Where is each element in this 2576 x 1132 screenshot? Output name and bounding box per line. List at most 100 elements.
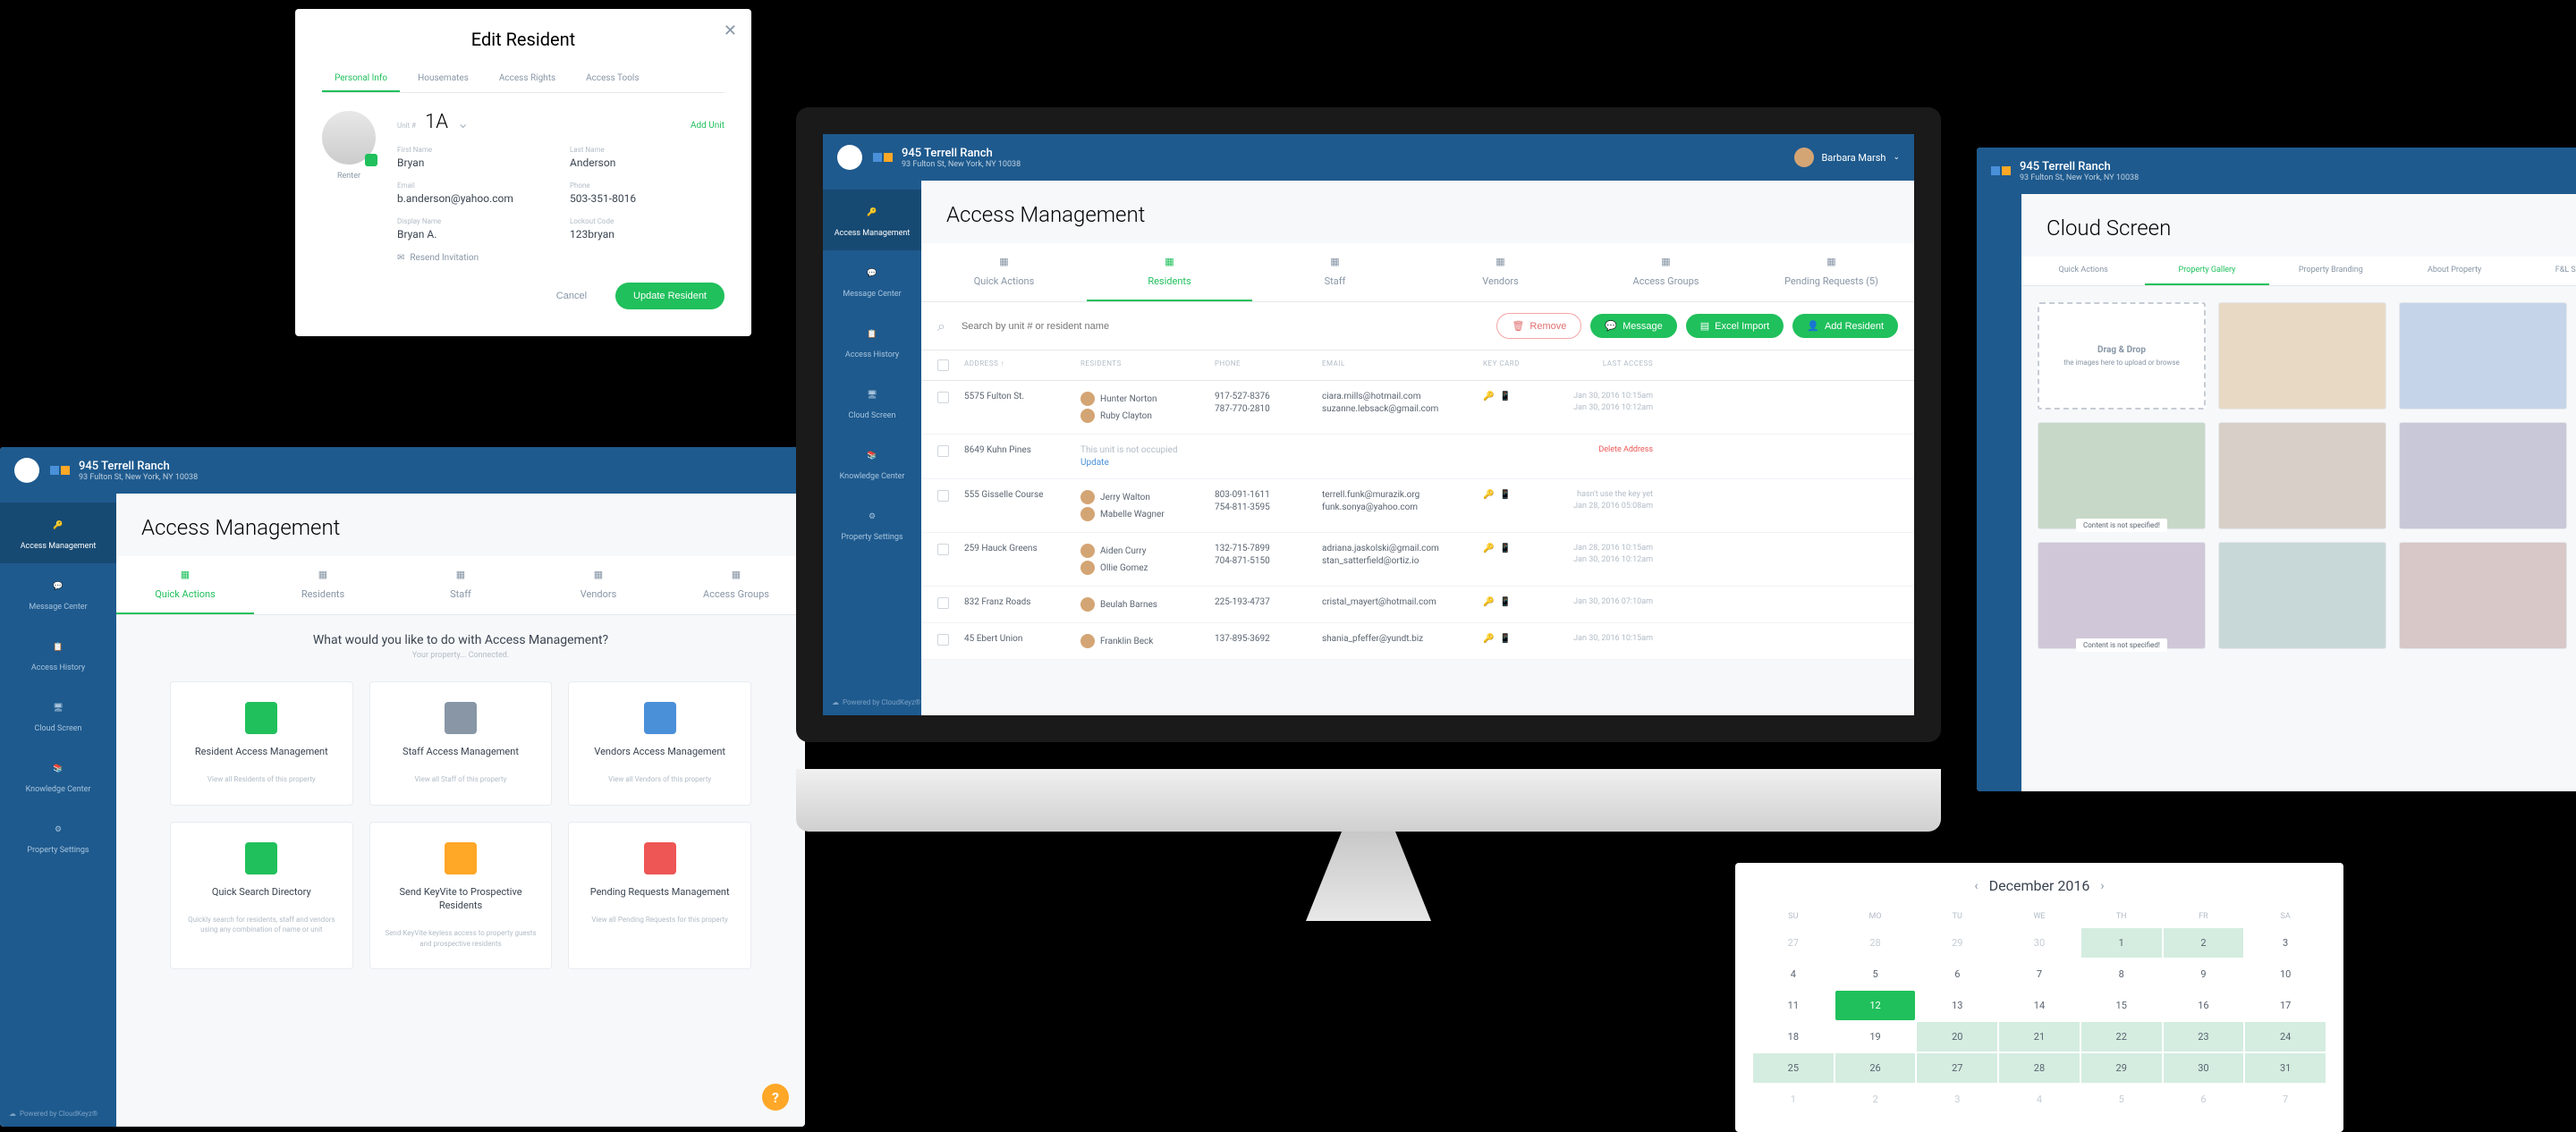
table-row[interactable]: 8649 Kuhn PinesThis unit is not occupied… [921,435,1914,479]
calendar-day[interactable]: 27 [1917,1053,1997,1083]
calendar-day[interactable]: 18 [1753,1022,1834,1052]
tab-about-property[interactable]: About Property [2393,257,2516,285]
close-icon[interactable]: ✕ [724,21,737,40]
tab-f-l-specials[interactable]: F&L Specials [2516,257,2576,285]
drop-zone[interactable]: Drag & Dropthe images here to upload or … [2038,302,2206,410]
table-row[interactable]: 259 Hauck GreensAiden CurryOllie Gomez13… [921,533,1914,587]
sidebar-item-property-settings[interactable]: ⚙Property Settings [0,807,116,867]
tab-staff[interactable]: ▦Staff [392,556,530,614]
calendar-day[interactable]: 1 [1753,1085,1834,1114]
calendar-day[interactable]: 30 [1999,928,2080,958]
calendar-day[interactable]: 21 [1999,1022,2080,1052]
calendar-day[interactable]: 19 [1835,1022,1916,1052]
action-card[interactable]: Send KeyVite to Prospective ResidentsSen… [369,822,553,969]
add-resident-button[interactable]: 👤 Add Resident [1792,314,1898,338]
sidebar-item-access-history[interactable]: 📋Access History [0,624,116,685]
sidebar-item-message-center[interactable]: 💬Message Center [0,563,116,624]
prev-month-button[interactable]: ‹ [1974,879,1978,893]
search-input[interactable] [954,314,1487,339]
tab-personal-info[interactable]: Personal Info [322,66,400,92]
first-name-field[interactable]: Bryan [397,156,552,169]
gallery-tile[interactable] [2399,422,2567,529]
calendar-day[interactable]: 23 [2164,1022,2244,1052]
sidebar-item-message-center[interactable]: 💬Message Center [823,250,921,311]
sidebar-item-knowledge-center[interactable]: 📚Knowledge Center [823,433,921,494]
unit-value[interactable]: 1A [425,111,448,133]
tab-property-branding[interactable]: Property Branding [2269,257,2393,285]
calendar-day[interactable]: 26 [1835,1053,1916,1083]
table-row[interactable]: 5575 Fulton St.Hunter NortonRuby Clayton… [921,381,1914,435]
action-card[interactable]: Staff Access ManagementView all Staff of… [369,681,553,806]
avatar[interactable] [1794,148,1814,167]
tab-quick-actions[interactable]: Quick Actions [2021,257,2145,285]
row-checkbox[interactable] [937,445,949,457]
tab-quick-actions[interactable]: ▦Quick Actions [921,243,1087,301]
calendar-day[interactable]: 3 [1917,1085,1997,1114]
excel-import-button[interactable]: ▤ Excel Import [1686,314,1784,338]
calendar-day[interactable]: 28 [1835,928,1916,958]
calendar-day[interactable]: 22 [2081,1022,2162,1052]
email-field[interactable]: b.anderson@yahoo.com [397,192,552,205]
calendar-day[interactable]: 28 [1999,1053,2080,1083]
tab-vendors[interactable]: ▦Vendors [1418,243,1583,301]
tab-access-tools[interactable]: Access Tools [573,66,651,92]
calendar-day[interactable]: 8 [2081,959,2162,989]
cancel-button[interactable]: Cancel [538,283,605,309]
action-card[interactable]: Pending Requests ManagementView all Pend… [568,822,751,969]
gallery-tile[interactable] [2399,302,2567,410]
next-month-button[interactable]: › [2100,879,2104,893]
calendar-day[interactable]: 27 [1753,928,1834,958]
tab-staff[interactable]: ▦Staff [1252,243,1418,301]
tab-vendors[interactable]: ▦Vendors [530,556,667,614]
add-unit-link[interactable]: Add Unit [691,121,724,131]
calendar-day[interactable]: 10 [2245,959,2326,989]
display-name-field[interactable]: Bryan A. [397,228,552,241]
calendar-day[interactable]: 15 [2081,991,2162,1020]
gallery-tile[interactable] [2218,302,2386,410]
resend-invitation-link[interactable]: ✉Resend Invitation [397,253,724,263]
tab-quick-actions[interactable]: ▦Quick Actions [116,556,254,614]
sidebar-item-property-settings[interactable]: ⚙Property Settings [823,494,921,554]
delete-address-link[interactable]: Delete Address [1537,445,1653,454]
calendar-day[interactable]: 24 [2245,1022,2326,1052]
tab-pending-requests-5-[interactable]: ▦Pending Requests (5) [1749,243,1914,301]
action-card[interactable]: Vendors Access ManagementView all Vendor… [568,681,751,806]
tab-property-gallery[interactable]: Property Gallery [2145,257,2268,285]
sidebar-item-access-management[interactable]: 🔑Access Management [823,190,921,250]
table-row[interactable]: 555 Gisselle CourseJerry WaltonMabelle W… [921,479,1914,533]
calendar-day[interactable]: 7 [1999,959,2080,989]
table-row[interactable]: 45 Ebert UnionFranklin Beck137-895-3692s… [921,623,1914,660]
calendar-day[interactable]: 16 [2164,991,2244,1020]
lockout-field[interactable]: 123bryan [570,228,724,241]
row-checkbox[interactable] [937,634,949,646]
sidebar-item-knowledge-center[interactable]: 📚Knowledge Center [0,746,116,807]
action-card[interactable]: Quick Search DirectoryQuickly search for… [170,822,353,969]
calendar-day[interactable]: 14 [1999,991,2080,1020]
update-resident-button[interactable]: Update Resident [615,283,724,309]
table-row[interactable]: 832 Franz RoadsBeulah Barnes225-193-4737… [921,587,1914,623]
calendar-day[interactable]: 5 [2081,1085,2162,1114]
phone-field[interactable]: 503-351-8016 [570,192,724,205]
tab-housemates[interactable]: Housemates [405,66,481,92]
avatar[interactable] [322,111,376,165]
gallery-tile[interactable]: Content is not specified! [2038,422,2206,529]
calendar-day[interactable]: 6 [2164,1085,2244,1114]
gallery-tile[interactable] [2399,542,2567,649]
calendar-day[interactable]: 4 [1753,959,1834,989]
calendar-day[interactable]: 20 [1917,1022,1997,1052]
tab-access-rights[interactable]: Access Rights [487,66,568,92]
sidebar-item-access-management[interactable]: 🔑Access Management [0,503,116,563]
calendar-day[interactable]: 17 [2245,991,2326,1020]
sidebar-item-cloud-screen[interactable]: 🖥Cloud Screen [823,372,921,433]
help-button[interactable]: ? [762,1084,789,1111]
calendar-day[interactable]: 31 [2245,1053,2326,1083]
col-header[interactable]: Address ↑ [964,359,1080,371]
calendar-day[interactable]: 5 [1835,959,1916,989]
row-checkbox[interactable] [937,544,949,555]
tab-residents[interactable]: ▦Residents [1087,243,1252,301]
row-checkbox[interactable] [937,597,949,609]
row-checkbox[interactable] [937,392,949,403]
logo[interactable] [14,458,39,483]
gallery-tile[interactable] [2218,422,2386,529]
calendar-day[interactable]: 29 [2081,1053,2162,1083]
